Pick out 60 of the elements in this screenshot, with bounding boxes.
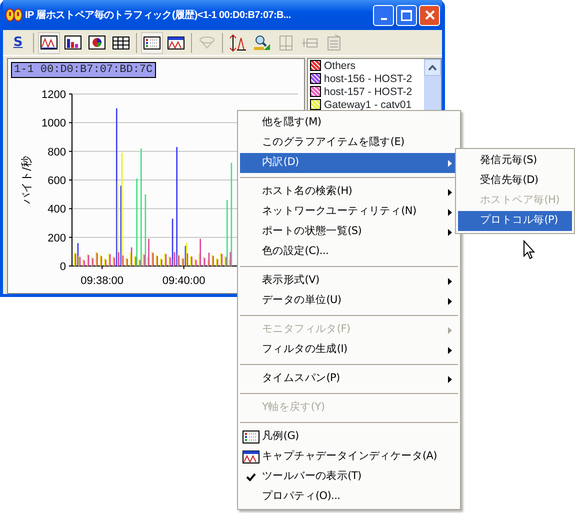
scroll-up-icon[interactable] bbox=[424, 59, 441, 76]
app-icon bbox=[5, 7, 23, 23]
axis-label: 400 bbox=[48, 204, 66, 216]
legend-item[interactable]: Others bbox=[324, 60, 356, 72]
cursor-icon bbox=[523, 240, 535, 260]
axis-label: 09:38:00 bbox=[80, 275, 124, 287]
maximize-button[interactable] bbox=[396, 4, 417, 26]
split-icon bbox=[277, 34, 295, 52]
legend-icon bbox=[242, 428, 260, 446]
menu-item[interactable]: ホスト名の検索(H) bbox=[240, 182, 458, 202]
table-icon bbox=[112, 34, 130, 52]
menu-item[interactable]: プロトコル毎(P) bbox=[458, 211, 572, 231]
waveform-icon bbox=[242, 448, 260, 466]
toolbar-button[interactable]: S bbox=[7, 32, 29, 54]
legend-item[interactable]: Gateway1 - catv01 bbox=[324, 98, 412, 110]
toolbar-button[interactable] bbox=[141, 32, 163, 54]
pie-chart-icon bbox=[88, 34, 106, 52]
search-icon bbox=[253, 34, 271, 52]
legend-item[interactable]: host-156 - HOST-2 bbox=[324, 72, 412, 84]
close-icon bbox=[424, 10, 434, 20]
axis-label: 800 bbox=[48, 146, 66, 158]
legend-icon bbox=[143, 34, 161, 52]
menu-item[interactable]: 色の設定(C)... bbox=[240, 242, 458, 262]
axis-label: 1200 bbox=[42, 89, 66, 101]
window-title: IP 層ホストペア毎のトラフィック(履歴)<1-1 00:D0:B7:07:B... bbox=[25, 8, 292, 22]
axis-label: 1000 bbox=[42, 118, 66, 130]
menu-item[interactable]: キャプチャデータインディケータ(A) bbox=[240, 447, 458, 467]
menu-item[interactable]: ツールバーの表示(T) bbox=[240, 467, 458, 487]
menu-item[interactable]: 他を隠す(M) bbox=[240, 113, 458, 133]
minimize-button[interactable] bbox=[373, 4, 394, 26]
menu-item[interactable]: ネットワークユーティリティ(N) bbox=[240, 202, 458, 222]
menu-item[interactable]: 表示形式(V) bbox=[240, 271, 458, 291]
axis-label: 0 bbox=[60, 261, 66, 273]
menu-item[interactable]: 受信先毎(D) bbox=[458, 171, 572, 191]
minimize-icon bbox=[380, 18, 386, 20]
close-button[interactable] bbox=[419, 4, 440, 26]
legend-item[interactable]: host-157 - HOST-2 bbox=[324, 86, 412, 98]
menu-item[interactable]: フィルタの生成(I) bbox=[240, 340, 458, 360]
menu-item[interactable]: ポートの状態一覧(S) bbox=[240, 222, 458, 242]
line-chart-icon bbox=[40, 34, 58, 52]
menu-item[interactable]: プロパティ(O)... bbox=[240, 487, 458, 507]
toolbar-button[interactable] bbox=[38, 32, 60, 54]
toolbar-button[interactable] bbox=[227, 32, 249, 54]
axis-label: 200 bbox=[48, 232, 66, 244]
axis-label: 600 bbox=[48, 175, 66, 187]
funnel-icon bbox=[198, 34, 216, 52]
menu-item[interactable]: タイムスパン(P) bbox=[240, 369, 458, 389]
axis-label: 09:40:00 bbox=[162, 275, 206, 287]
menu-item[interactable]: 内訳(D) bbox=[240, 153, 458, 173]
menu-item[interactable]: データの単位(U) bbox=[240, 291, 458, 311]
document-icon bbox=[325, 34, 343, 52]
menu-item[interactable]: 発信元毎(S) bbox=[458, 151, 572, 171]
menu-item[interactable]: このグラフアイテムを隠す(E) bbox=[240, 133, 458, 153]
menu-item[interactable]: 凡例(G) bbox=[240, 427, 458, 447]
bar-chart-icon bbox=[64, 34, 82, 52]
waveform-icon bbox=[167, 34, 185, 52]
chart-label: 1-1 00:D0:B7:07:BD:7C bbox=[11, 62, 156, 78]
axis-icon bbox=[229, 34, 247, 52]
axis-title: バイト/秒 bbox=[20, 156, 33, 204]
maximize-icon bbox=[401, 10, 412, 20]
